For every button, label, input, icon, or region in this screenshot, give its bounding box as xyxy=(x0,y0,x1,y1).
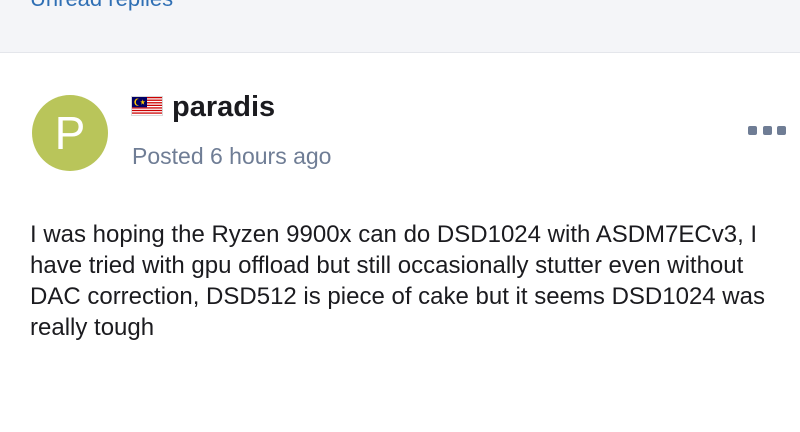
dot-icon xyxy=(762,125,772,135)
author-name[interactable]: paradis xyxy=(172,91,275,124)
previous-section-strip: Unread replies xyxy=(0,0,800,53)
unread-replies-link[interactable]: Unread replies xyxy=(30,0,173,12)
forum-post: P paradis Posted 6 hours ago I was hopin… xyxy=(0,53,800,432)
malaysia-flag-icon xyxy=(132,97,162,115)
more-options-icon[interactable] xyxy=(748,119,786,141)
post-timestamp[interactable]: Posted 6 hours ago xyxy=(132,143,331,170)
dot-icon xyxy=(777,125,786,135)
author-avatar[interactable]: P xyxy=(32,95,108,171)
post-body: I was hoping the Ryzen 9900x can do DSD1… xyxy=(30,221,765,341)
dot-icon xyxy=(748,125,757,135)
